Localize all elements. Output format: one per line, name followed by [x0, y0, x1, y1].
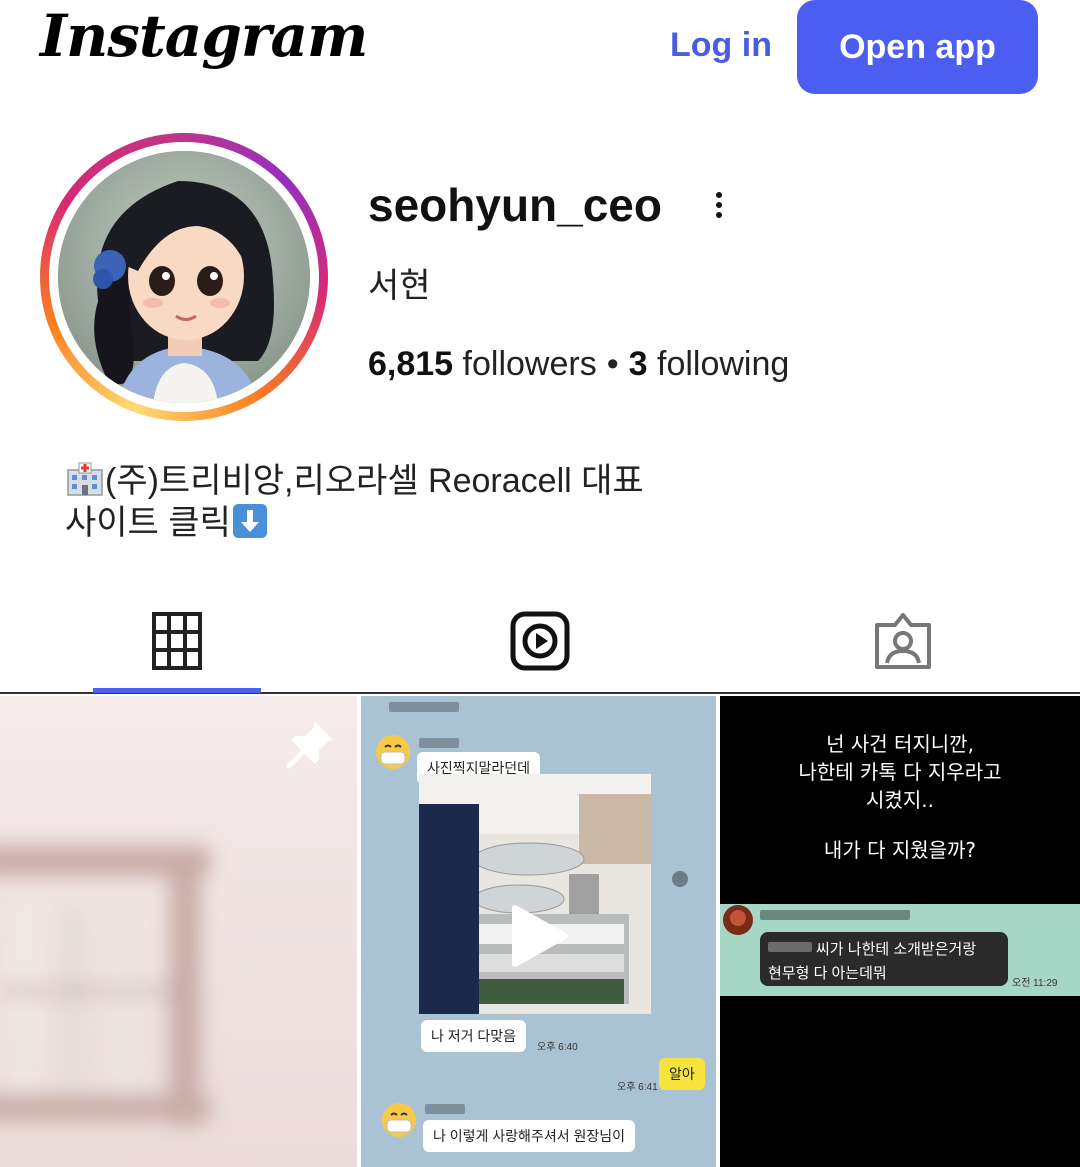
- followers-label: followers: [462, 345, 597, 383]
- avatar-border: [49, 142, 319, 412]
- blurred-sender: [419, 738, 459, 748]
- blurred-name: [389, 702, 459, 712]
- chat-time-1: 오후 6:40: [537, 1042, 578, 1053]
- tab-reels[interactable]: [456, 590, 624, 692]
- following-link[interactable]: 3 following: [629, 345, 790, 383]
- profile-stats: 6,815 followers • 3 following: [368, 345, 789, 384]
- tab-tagged[interactable]: [819, 590, 987, 692]
- avatar-illustration: [58, 151, 310, 403]
- post-tile-2[interactable]: 사진찍지말라던데 나 저거 다맞음 오후 6:40 알아 오후 6:41 나 이…: [361, 696, 716, 1167]
- chat-bubble-4: 나 이렇게 사랑해주셔서 원장님이: [423, 1120, 635, 1152]
- blurred-chat-words: [768, 942, 812, 952]
- grid-icon: [152, 612, 202, 670]
- profile-username: seohyun_ceo: [368, 179, 662, 231]
- tab-posts[interactable]: [93, 590, 261, 692]
- story-line-3: 시켰지..: [866, 788, 934, 812]
- profile-full-name: 서현: [368, 267, 431, 305]
- blurred-sender-2: [425, 1104, 465, 1114]
- play-icon[interactable]: [509, 904, 569, 968]
- post-tile-3[interactable]: 넌 사건 터지니깐, 나한테 카톡 다 지우라고 시켰지.. 내가 다 지웠을까…: [720, 696, 1080, 1167]
- avatar[interactable]: [58, 151, 310, 403]
- profile-bio: (주)트리비앙,리오라셀 Reoracell 대표 사이트 클릭: [65, 460, 644, 544]
- story-line-4: 내가 다 지웠을까?: [823, 838, 977, 862]
- following-label: following: [657, 345, 790, 383]
- chat-time-3: 오전 11:29: [1012, 978, 1058, 989]
- stats-separator: •: [606, 345, 619, 383]
- chat-bubble-2: 나 저거 다맞음: [421, 1020, 527, 1052]
- posts-grid: 사진찍지말라던데 나 저거 다맞음 오후 6:40 알아 오후 6:41 나 이…: [0, 696, 1080, 1167]
- followers-link[interactable]: 6,815 followers: [368, 345, 597, 383]
- bio-text-1: (주)트리비앙,리오라셀 Reoracell 대표: [105, 462, 644, 500]
- post-tile-1[interactable]: [0, 696, 357, 1167]
- followers-count: 6,815: [368, 345, 454, 383]
- down-arrow-emoji-icon: [232, 504, 267, 538]
- chat-text-1: 씨가 나한테 소개받은거랑: [816, 941, 977, 958]
- bio-line-2: 사이트 클릭: [65, 502, 644, 544]
- chat-strip: 씨가 나한테 소개받은거랑 현무형 다 아는데뭐 오전 11:29: [720, 904, 1080, 996]
- story-ring[interactable]: [40, 133, 328, 421]
- top-bar: Instagram Log in Open app: [0, 0, 1080, 100]
- login-link[interactable]: Log in: [670, 26, 772, 65]
- instagram-logo[interactable]: Instagram: [40, 2, 368, 70]
- story-line-2: 나한테 카톡 다 지우라고: [798, 760, 1002, 784]
- open-app-button[interactable]: Open app: [797, 0, 1038, 94]
- bio-line-1: (주)트리비앙,리오라셀 Reoracell 대표: [65, 460, 644, 502]
- hospital-emoji-icon: [67, 462, 103, 496]
- mask-face-emoji-icon-2: [382, 1103, 416, 1137]
- mask-face-emoji-icon: [376, 735, 410, 769]
- profile-tabs: [0, 590, 1080, 694]
- story-line-1: 넌 사건 터지니깐,: [826, 732, 974, 756]
- reels-icon: [510, 611, 570, 671]
- chat-text-2: 현무형 다 아는데뭐: [768, 965, 887, 982]
- chat-bubble-3: 알아: [659, 1058, 705, 1090]
- tagged-icon: [875, 613, 931, 669]
- more-options-icon[interactable]: [706, 188, 732, 228]
- following-count: 3: [628, 345, 648, 383]
- chat-avatar: [723, 905, 753, 935]
- dark-chat-bubble: 씨가 나한테 소개받은거랑 현무형 다 아는데뭐: [760, 932, 1008, 986]
- share-icon: [672, 871, 688, 887]
- pin-icon: [286, 722, 333, 769]
- active-tab-indicator: [93, 688, 261, 693]
- bio-text-2: 사이트 클릭: [65, 504, 231, 542]
- chat-time-2: 오후 6:41: [617, 1082, 658, 1093]
- chat-photo: [419, 774, 651, 1014]
- blurred-chat-name: [760, 910, 910, 920]
